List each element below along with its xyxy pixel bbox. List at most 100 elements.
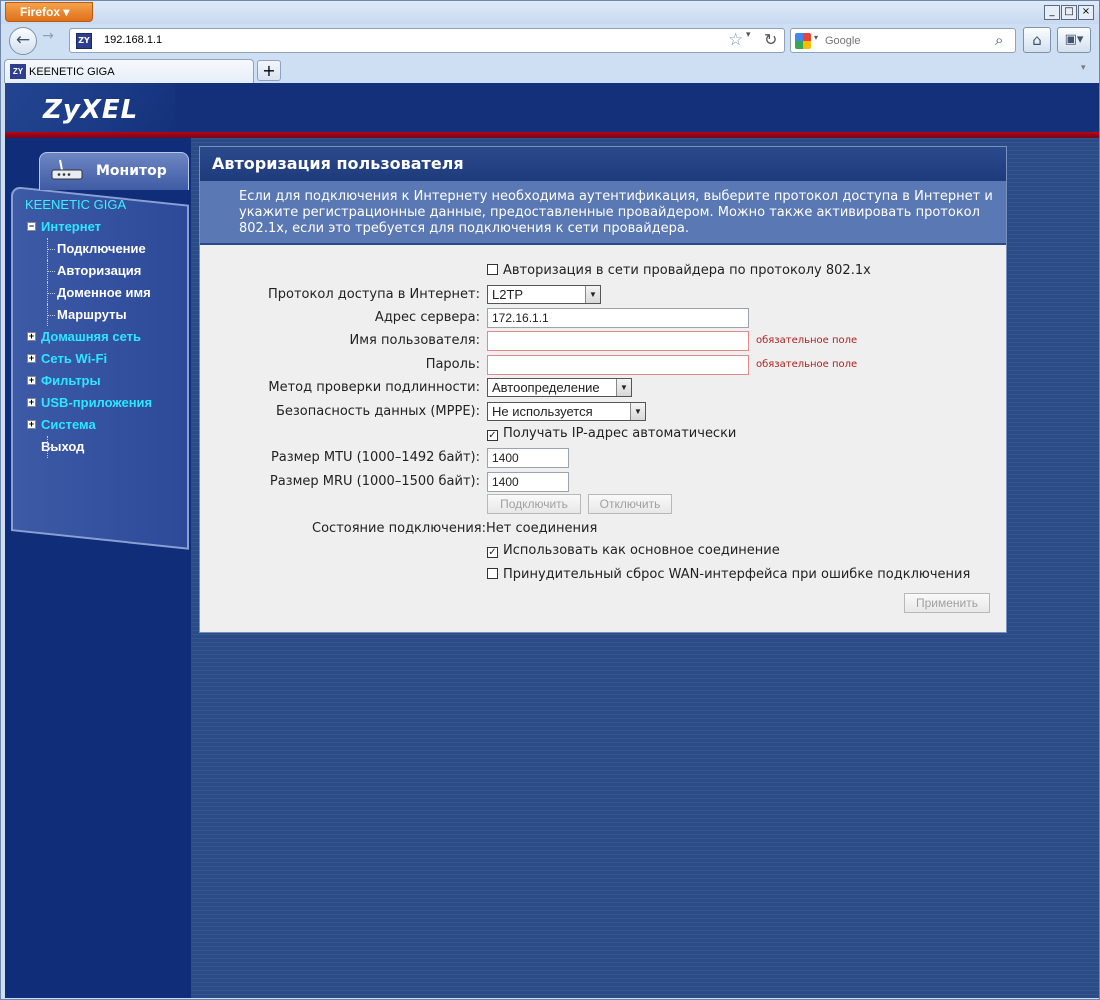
force-reset-row: Принудительный сброс WAN-интерфейса при …: [200, 567, 1006, 589]
checkbox-box[interactable]: [487, 568, 498, 579]
device-name[interactable]: KEENETIC GIGA: [17, 194, 187, 216]
username-label: Имя пользователя:: [349, 333, 480, 348]
extensions-icon[interactable]: ▣▾: [1057, 27, 1091, 53]
status-value: Нет соединения: [486, 521, 598, 536]
protocol-row: Протокол доступа в Интернет: L2TP ▼: [200, 285, 1006, 307]
home-icon[interactable]: ⌂: [1023, 27, 1051, 53]
sidebar-item-wifi[interactable]: + Сеть Wi-Fi: [17, 348, 187, 370]
sidebar-item-internet[interactable]: − Интернет: [17, 216, 187, 238]
sidebar-item-home-network[interactable]: + Домашняя сеть: [17, 326, 187, 348]
monitor-tab[interactable]: Монитор: [39, 152, 189, 190]
checkbox-box[interactable]: [487, 264, 498, 275]
password-row: Пароль: обязательное поле: [200, 355, 1006, 377]
checkbox-checked-icon[interactable]: ✓: [487, 547, 498, 558]
chevron-down-icon[interactable]: ▼: [616, 379, 631, 396]
zyxel-logo: ZyXEL: [43, 95, 139, 125]
protocol-select[interactable]: L2TP ▼: [487, 285, 601, 304]
expand-icon[interactable]: +: [27, 420, 36, 429]
new-tab-button[interactable]: +: [257, 60, 281, 81]
title-bar: Firefox ▾ _ □ ×: [1, 1, 1099, 24]
security-label: Безопасность данных (MPPE):: [275, 404, 480, 419]
url-text[interactable]: 192.168.1.1: [104, 34, 162, 46]
sidebar-item-usb-apps[interactable]: + USB-приложения: [17, 392, 187, 414]
auth-panel: Авторизация пользователя Если для подклю…: [199, 146, 1007, 633]
bookmark-star-icon[interactable]: ☆: [728, 30, 743, 50]
expand-icon[interactable]: +: [27, 354, 36, 363]
chevron-down-icon[interactable]: ▼: [630, 403, 645, 420]
expand-icon[interactable]: +: [27, 332, 36, 341]
magnifier-icon[interactable]: ⌕: [995, 31, 1003, 49]
tab-list-arrow-icon[interactable]: ▾: [1081, 63, 1086, 73]
sidebar-item-label: Фильтры: [41, 373, 101, 388]
search-input[interactable]: [825, 33, 985, 49]
security-select[interactable]: Не используется ▼: [487, 402, 646, 421]
sidebar-item-connection[interactable]: Подключение: [17, 238, 187, 260]
sidebar-item-filters[interactable]: + Фильтры: [17, 370, 187, 392]
close-button[interactable]: ×: [1078, 5, 1094, 20]
expand-icon[interactable]: +: [27, 376, 36, 385]
url-bar[interactable]: ZY 192.168.1.1 ☆ ▾ ↻: [69, 28, 785, 53]
force-reset-checkbox[interactable]: Принудительный сброс WAN-интерфейса при …: [487, 567, 970, 582]
mtu-row: Размер MTU (1000–1492 байт): 1400: [200, 448, 1006, 470]
search-engine-dropdown-icon[interactable]: ▾: [814, 33, 818, 42]
sidebar-item-system[interactable]: + Система: [17, 414, 187, 436]
tab-favicon: ZY: [10, 64, 26, 79]
use-main-row: ✓ Использовать как основное соединение: [200, 543, 1006, 565]
auto-ip-checkbox[interactable]: ✓ Получать IP-адрес автоматически: [487, 426, 736, 441]
auth-method-select[interactable]: Автоопределение ▼: [487, 378, 632, 397]
server-label: Адрес сервера:: [374, 310, 480, 325]
expand-icon[interactable]: +: [27, 398, 36, 407]
apply-button[interactable]: Применить: [904, 593, 990, 613]
maximize-button[interactable]: □: [1061, 5, 1077, 20]
sidebar-menu: KEENETIC GIGA − Интернет Подключение Авто…: [17, 194, 187, 458]
sidebar-item-label: USB-приложения: [41, 395, 153, 410]
search-bar[interactable]: ▾ ⌕: [790, 28, 1016, 53]
username-row: Имя пользователя: обязательное поле: [200, 331, 1006, 353]
sidebar-item-logout[interactable]: Выход: [17, 436, 187, 458]
sidebar-item-routes[interactable]: Маршруты: [17, 304, 187, 326]
auto-ip-row: ✓ Получать IP-адрес автоматически: [200, 426, 1006, 448]
sidebar-item-authorization[interactable]: Авторизация: [17, 260, 187, 282]
sidebar-item-domain-name[interactable]: Доменное имя: [17, 282, 187, 304]
status-row: Состояние подключения: Нет соединения: [200, 519, 1006, 541]
dropdown-arrow-icon[interactable]: ▾: [746, 30, 751, 40]
page-description: Если для подключения к Интернету необход…: [200, 181, 1006, 245]
sidebar-item-label: Сеть Wi-Fi: [41, 351, 108, 366]
firefox-menu-button[interactable]: Firefox ▾: [5, 2, 93, 22]
mtu-input[interactable]: 1400: [487, 448, 569, 468]
reload-icon[interactable]: ↻: [764, 30, 777, 49]
minimize-button[interactable]: _: [1044, 5, 1060, 20]
auth-method-label: Метод проверки подлинности:: [268, 380, 480, 395]
auth-8021x-row: Авторизация в сети провайдера по протоко…: [200, 263, 1006, 285]
checkbox-label: Авторизация в сети провайдера по протоко…: [503, 263, 871, 278]
mru-input[interactable]: 1400: [487, 472, 569, 492]
required-note: обязательное поле: [756, 359, 858, 370]
password-input[interactable]: [487, 355, 749, 375]
page-header: ZyXEL: [5, 83, 1099, 138]
connect-button[interactable]: Подключить: [487, 494, 581, 514]
tab-bar: ZY KEENETIC GIGA + ▾: [1, 58, 1099, 83]
protocol-value: L2TP: [492, 287, 524, 302]
auth-method-row: Метод проверки подлинности: Автоопределе…: [200, 378, 1006, 400]
page-title: Авторизация пользователя: [200, 147, 1006, 181]
collapse-icon[interactable]: −: [27, 222, 36, 231]
tab-keenetic[interactable]: ZY KEENETIC GIGA: [4, 59, 254, 83]
logo-area: ZyXEL: [5, 83, 175, 138]
username-input[interactable]: [487, 331, 749, 351]
server-input[interactable]: 172.16.1.1: [487, 308, 749, 328]
navigation-bar: ← → ZY 192.168.1.1 ☆ ▾ ↻ ▾ ⌕ ⌂ ▣▾: [1, 24, 1099, 58]
tab-title: KEENETIC GIGA: [29, 66, 115, 78]
back-arrow-icon[interactable]: ←: [9, 27, 37, 55]
sidebar-item-label: Интернет: [41, 219, 102, 234]
mru-row: Размер MRU (1000–1500 байт): 1400: [200, 472, 1006, 494]
use-main-checkbox[interactable]: ✓ Использовать как основное соединение: [487, 543, 780, 558]
disconnect-button[interactable]: Отключить: [588, 494, 672, 514]
auth-8021x-checkbox[interactable]: Авторизация в сети провайдера по протоко…: [487, 263, 871, 278]
forward-arrow-icon[interactable]: →: [37, 27, 59, 49]
mru-label: Размер MRU (1000–1500 байт):: [269, 474, 480, 489]
chevron-down-icon[interactable]: ▼: [585, 286, 600, 303]
browser-window: Firefox ▾ _ □ × ← → ZY 192.168.1.1 ☆ ▾ ↻…: [0, 0, 1100, 1000]
monitor-tab-label: Монитор: [96, 163, 167, 179]
checkbox-checked-icon[interactable]: ✓: [487, 430, 498, 441]
google-icon[interactable]: [795, 33, 811, 49]
